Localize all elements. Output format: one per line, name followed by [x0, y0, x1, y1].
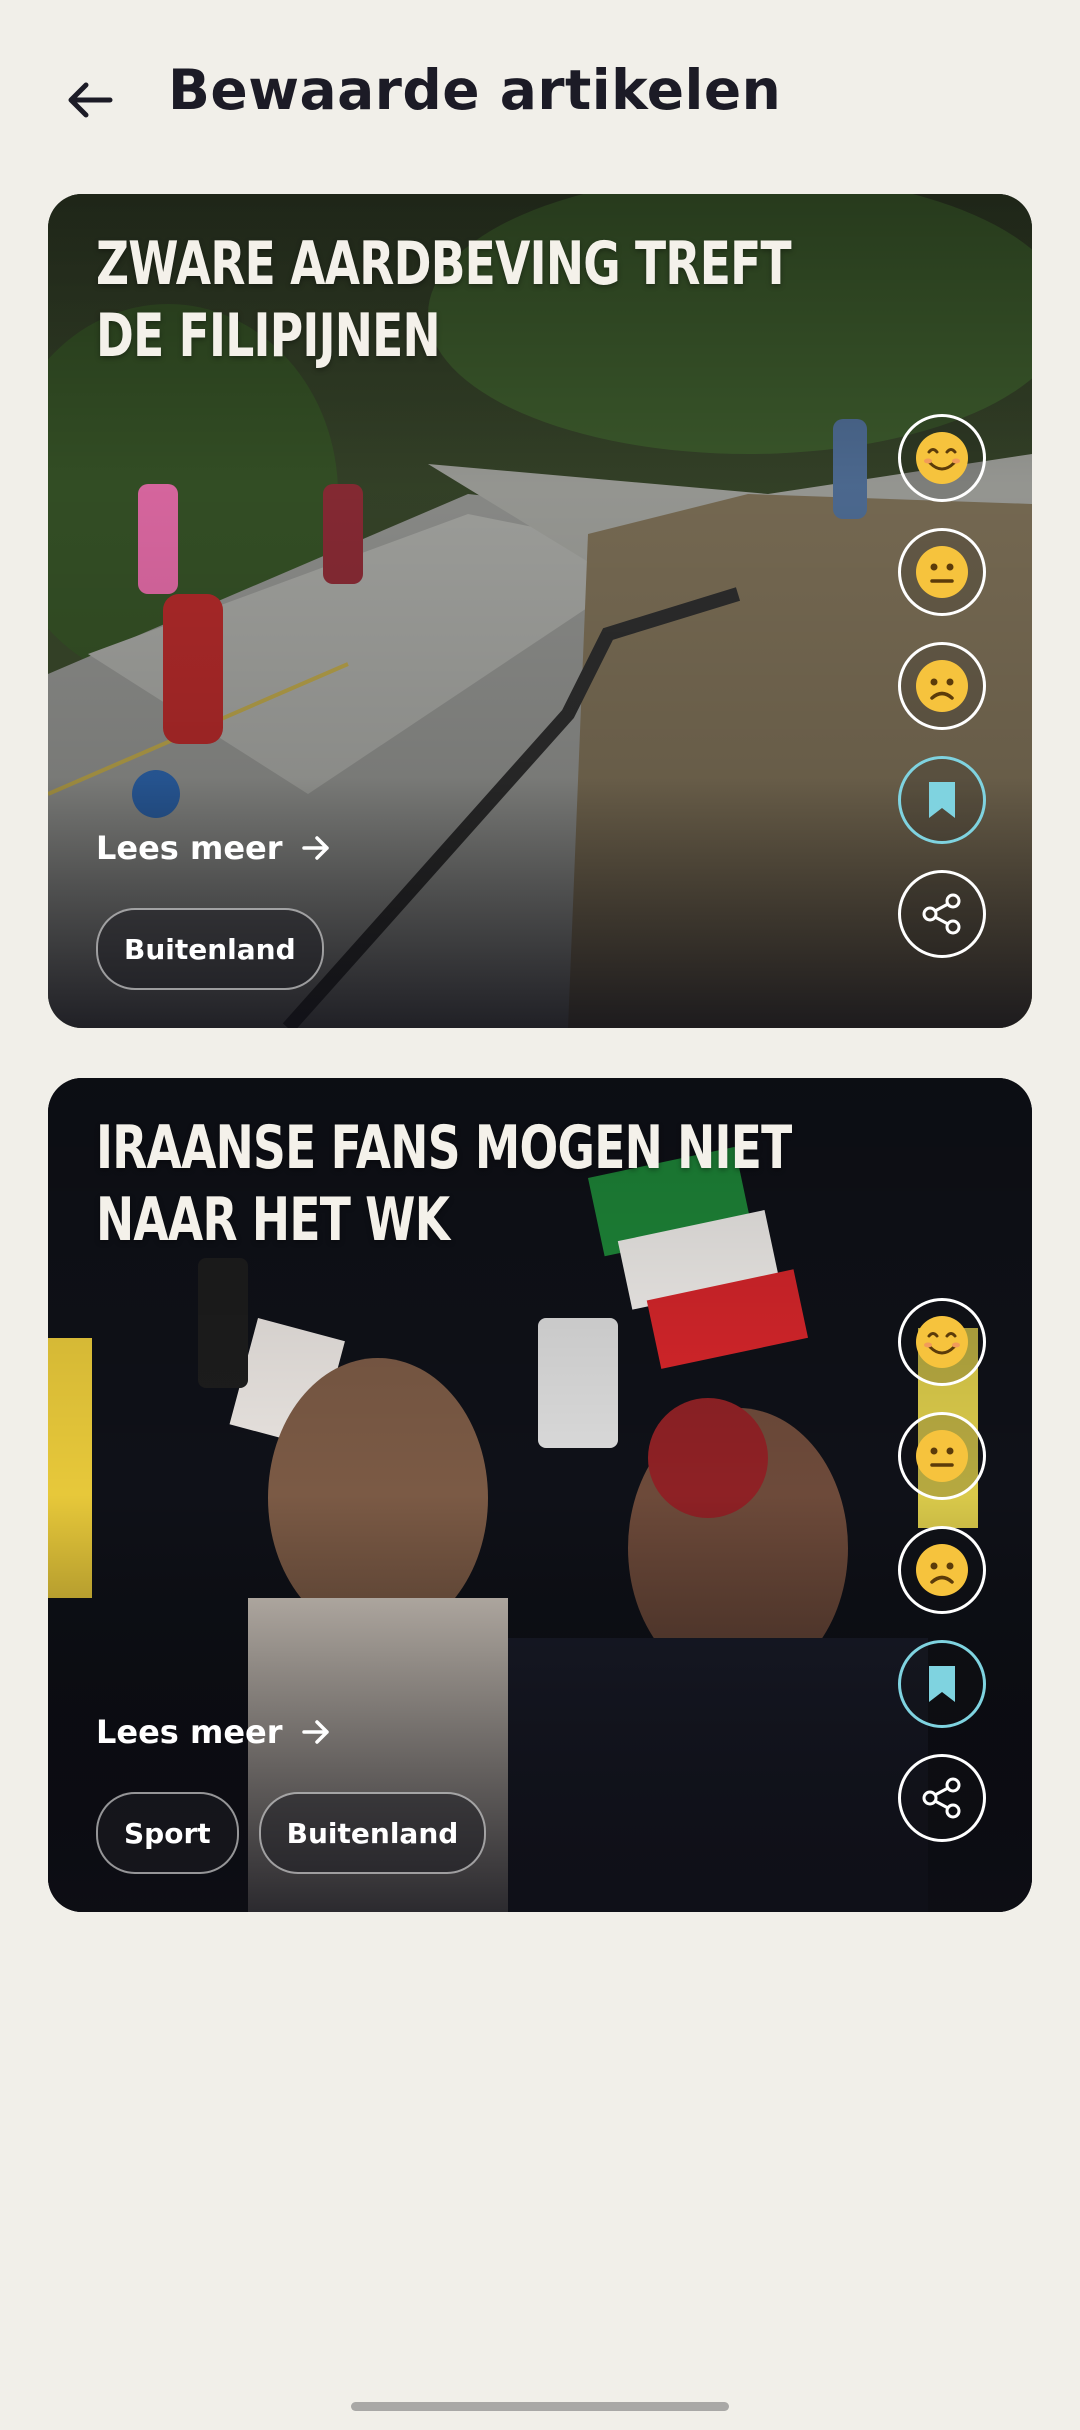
headline-line: IRAANSE FANS MOGEN NIET: [96, 1113, 792, 1183]
tag-list: Sport Buitenland: [96, 1792, 487, 1874]
bookmark-icon: [929, 782, 955, 818]
read-more-link[interactable]: Lees meer: [96, 829, 331, 867]
react-happy-button[interactable]: [898, 414, 986, 502]
back-button[interactable]: [52, 62, 128, 138]
happy-emoji-icon: [916, 1316, 968, 1368]
bookmark-button[interactable]: [898, 756, 986, 844]
neutral-emoji-icon: [916, 546, 968, 598]
headline-line: DE FILIPIJNEN: [96, 301, 441, 371]
article-card[interactable]: ZWARE AARDBEVING TREFT DE FILIPIJNEN Lee…: [48, 194, 1032, 1028]
article-card[interactable]: IRAANSE FANS MOGEN NIET NAAR HET WK Lees…: [48, 1078, 1032, 1912]
tag-chip[interactable]: Buitenland: [258, 1792, 487, 1874]
react-sad-button[interactable]: [898, 1526, 986, 1614]
read-more-link[interactable]: Lees meer: [96, 1713, 331, 1751]
react-neutral-button[interactable]: [898, 528, 986, 616]
happy-emoji-icon: [916, 432, 968, 484]
share-icon: [922, 1777, 961, 1819]
react-sad-button[interactable]: [898, 642, 986, 730]
react-happy-button[interactable]: [898, 1298, 986, 1386]
headline-line: NAAR HET WK: [96, 1185, 450, 1255]
bookmark-button[interactable]: [898, 1640, 986, 1728]
arrow-right-icon: [301, 1720, 329, 1744]
neutral-emoji-icon: [916, 1430, 968, 1482]
home-indicator[interactable]: [351, 2402, 729, 2411]
headline-line: ZWARE AARDBEVING TREFT: [96, 229, 792, 299]
article-headline[interactable]: IRAANSE FANS MOGEN NIET NAAR HET WK: [96, 1112, 818, 1256]
share-button[interactable]: [898, 870, 986, 958]
bookmark-icon: [929, 1666, 955, 1702]
tag-chip[interactable]: Sport: [96, 1792, 239, 1874]
share-button[interactable]: [898, 1754, 986, 1842]
sad-emoji-icon: [916, 660, 968, 712]
reaction-actions: [898, 1298, 986, 1842]
sad-emoji-icon: [916, 1544, 968, 1596]
reaction-actions: [898, 414, 986, 958]
share-icon: [922, 893, 961, 935]
arrow-right-icon: [301, 836, 329, 860]
article-headline[interactable]: ZWARE AARDBEVING TREFT DE FILIPIJNEN: [96, 228, 818, 372]
arrow-left-icon: [68, 82, 113, 118]
react-neutral-button[interactable]: [898, 1412, 986, 1500]
read-more-label: Lees meer: [96, 829, 283, 867]
read-more-label: Lees meer: [96, 1713, 283, 1751]
tag-chip[interactable]: Buitenland: [96, 908, 324, 990]
app-header: Bewaarde artikelen: [0, 0, 1080, 190]
tag-list: Buitenland: [96, 908, 324, 990]
page-title: Bewaarde artikelen: [168, 58, 782, 122]
